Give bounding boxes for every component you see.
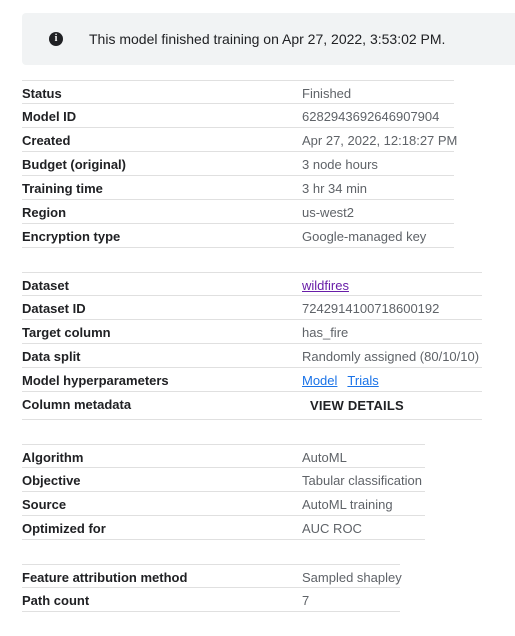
table-row: Budget (original) 3 node hours [22, 152, 454, 176]
target-column-value: has_fire [302, 325, 349, 340]
view-details-button[interactable]: VIEW DETAILS [310, 394, 404, 416]
attribution-info-section: Feature attribution method Sampled shapl… [22, 564, 402, 612]
encryption-label: Encryption type [22, 229, 121, 244]
model-id-label: Model ID [22, 109, 77, 124]
table-row: Status Finished [22, 80, 454, 104]
path-count-label: Path count [22, 593, 90, 608]
model-id-value: 6282943692646907904 [302, 109, 440, 124]
dataset-label: Dataset [22, 278, 69, 293]
region-label: Region [22, 205, 67, 220]
objective-value: Tabular classification [302, 473, 422, 488]
table-row: Algorithm AutoML [22, 444, 425, 468]
encryption-value: Google-managed key [302, 229, 427, 244]
table-row: Column metadata VIEW DETAILS [22, 392, 482, 420]
table-row: Optimized for AUC ROC [22, 516, 425, 540]
table-row: Objective Tabular classification [22, 468, 425, 492]
dataset-id-value: 7242914100718600192 [302, 301, 440, 316]
source-label: Source [22, 497, 67, 512]
hyperparameters-label: Model hyperparameters [22, 373, 169, 388]
status-value: Finished [302, 86, 352, 101]
algorithm-info-section: Algorithm AutoML Objective Tabular class… [22, 444, 425, 540]
table-row: Training time 3 hr 34 min [22, 176, 454, 200]
status-label: Status [22, 86, 62, 101]
table-row: Created Apr 27, 2022, 12:18:27 PM [22, 128, 458, 152]
info-icon: i [49, 32, 63, 46]
objective-label: Objective [22, 473, 81, 488]
created-value: Apr 27, 2022, 12:18:27 PM [302, 133, 458, 148]
table-row: Source AutoML training [22, 492, 425, 516]
table-row: Path count 7 [22, 588, 400, 612]
optimized-for-value: AUC ROC [302, 521, 362, 536]
table-row: Region us-west2 [22, 200, 454, 224]
banner-message: This model finished training on Apr 27, … [89, 31, 446, 47]
source-value: AutoML training [302, 497, 393, 512]
region-value: us-west2 [302, 205, 355, 220]
training-time-label: Training time [22, 181, 103, 196]
table-row: Target column has_fire [22, 320, 482, 344]
dataset-link[interactable]: wildfires [302, 278, 349, 293]
dataset-id-label: Dataset ID [22, 301, 86, 316]
budget-label: Budget (original) [22, 157, 126, 172]
algorithm-label: Algorithm [22, 450, 84, 465]
model-link[interactable]: Model [302, 373, 337, 388]
target-column-label: Target column [22, 325, 111, 340]
attribution-method-value: Sampled shapley [302, 570, 402, 585]
training-status-banner: i This model finished training on Apr 27… [22, 13, 515, 65]
table-row: Model ID 6282943692646907904 [22, 104, 454, 128]
algorithm-value: AutoML [302, 450, 347, 465]
path-count-value: 7 [302, 593, 310, 608]
trials-link[interactable]: Trials [347, 373, 378, 388]
table-row: Model hyperparameters Model Trials [22, 368, 482, 392]
model-info-section: Status Finished Model ID 628294369264690… [22, 80, 458, 248]
table-row: Dataset wildfires [22, 272, 482, 296]
table-row: Dataset ID 7242914100718600192 [22, 296, 482, 320]
data-split-label: Data split [22, 349, 81, 364]
table-row: Data split Randomly assigned (80/10/10) [22, 344, 482, 368]
dataset-info-section: Dataset wildfires Dataset ID 72429141007… [22, 272, 482, 420]
column-metadata-label: Column metadata [22, 397, 132, 412]
training-time-value: 3 hr 34 min [302, 181, 368, 196]
table-row: Encryption type Google-managed key [22, 224, 454, 248]
attribution-method-label: Feature attribution method [22, 570, 188, 585]
budget-value: 3 node hours [302, 157, 378, 172]
created-label: Created [22, 133, 71, 148]
table-row: Feature attribution method Sampled shapl… [22, 564, 402, 588]
data-split-value: Randomly assigned (80/10/10) [302, 349, 480, 364]
optimized-for-label: Optimized for [22, 521, 106, 536]
